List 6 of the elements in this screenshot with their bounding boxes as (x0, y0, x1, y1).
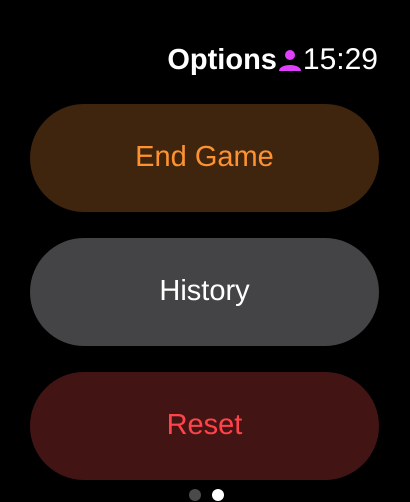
menu-button[interactable]: End Game (30, 104, 379, 212)
menu-button[interactable]: History (30, 238, 379, 346)
screen-title: Options (167, 46, 277, 74)
clock-time: 15:29 (302, 45, 378, 75)
person-icon (278, 49, 302, 71)
menu-button[interactable]: Reset (30, 372, 379, 480)
